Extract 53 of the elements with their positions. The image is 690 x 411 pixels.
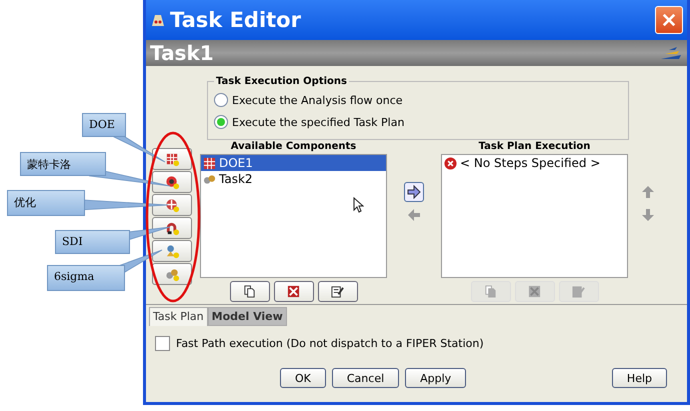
target-icon [164, 174, 180, 190]
radio-button[interactable] [214, 93, 228, 107]
tool-button[interactable] [152, 194, 192, 216]
grid-icon [164, 152, 180, 166]
close-icon [662, 12, 676, 28]
tab[interactable]: Task Plan [149, 307, 208, 326]
task-title: Task1 [150, 41, 214, 65]
add-button[interactable] [404, 182, 424, 202]
window-title: Task Editor [170, 8, 302, 32]
magnet-icon [164, 220, 180, 236]
shapes-icon [164, 244, 180, 258]
tool-button[interactable] [152, 217, 192, 239]
gears-icon [164, 266, 180, 282]
radio-label: Execute the specified Task Plan [232, 116, 404, 128]
callout-label: 优化 [7, 190, 85, 216]
list-action-button[interactable] [274, 281, 314, 302]
gears-icon [203, 172, 216, 186]
list-item[interactable]: DOE1 [201, 155, 386, 171]
list-title: Task Plan Execution [478, 141, 590, 154]
list-item: < No Steps Specified > [442, 155, 627, 171]
callout-label: 蒙特卡洛 [20, 152, 106, 176]
list-item[interactable]: Task2 [201, 171, 386, 187]
group-title: Task Execution Options [215, 76, 348, 87]
callout-label: 6sigma [47, 265, 125, 291]
edit-icon [572, 285, 585, 298]
close-button[interactable] [655, 6, 683, 34]
cursor-icon [353, 197, 364, 213]
tool-button[interactable] [152, 171, 192, 193]
app-icon [150, 12, 166, 28]
delete-icon [528, 285, 541, 298]
dialog-button[interactable]: Apply [405, 368, 466, 388]
radio-label: Execute the Analysis flow once [232, 94, 403, 106]
list-action-button[interactable] [230, 281, 270, 302]
error-icon [444, 156, 457, 170]
list-title: Available Components [230, 141, 356, 154]
edit-icon [331, 285, 344, 298]
radio-button[interactable] [214, 115, 228, 129]
callout-label: SDI [55, 230, 130, 254]
checkbox[interactable] [155, 336, 170, 351]
grid-icon [203, 156, 216, 170]
copy-icon [484, 285, 497, 298]
list-action-button[interactable] [318, 281, 358, 302]
tool-button[interactable] [152, 240, 192, 262]
tab[interactable]: Model View [208, 307, 287, 326]
callout-label: DOE [82, 113, 126, 137]
dialog-button[interactable]: OK [280, 368, 326, 388]
copy-icon [243, 285, 256, 298]
dialog-button[interactable]: Help [612, 368, 667, 388]
dialog-button[interactable]: Cancel [332, 368, 400, 388]
crosshair-icon [164, 198, 180, 212]
checkbox-label: Fast Path execution (Do not dispatch to a FIPER Station) [176, 337, 484, 350]
tool-button[interactable] [152, 263, 192, 285]
delete-icon [287, 285, 300, 298]
